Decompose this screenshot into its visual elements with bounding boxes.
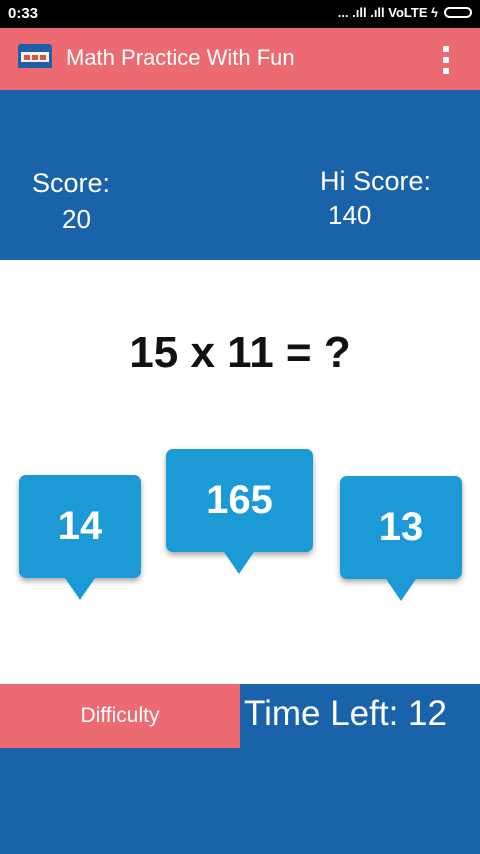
- math-question: 15 x 11 = ?: [129, 328, 351, 377]
- speech-bubble-tail: [65, 578, 95, 600]
- network-status-text: ... .ıll .ıll VoLTE ϟ: [337, 5, 438, 20]
- score-value: 20: [62, 204, 91, 234]
- hi-score-label: Hi Score:: [320, 166, 432, 196]
- score-label: Score:: [32, 168, 111, 198]
- answer-button-3[interactable]: 13: [340, 476, 462, 601]
- overflow-menu-icon[interactable]: [442, 46, 450, 74]
- speech-bubble-tail: [224, 552, 254, 574]
- status-indicators: ... .ıll .ıll VoLTE ϟ: [338, 5, 472, 20]
- time-left-display: Time Left: 12: [244, 694, 447, 733]
- answer-label: 14: [57, 504, 103, 548]
- app-logo-icon: [18, 44, 52, 74]
- status-time: 0:33: [8, 5, 39, 22]
- difficulty-button[interactable]: Difficulty: [0, 684, 240, 748]
- speech-bubble-tail: [386, 579, 416, 601]
- answer-label: 165: [206, 478, 273, 522]
- status-bar: 0:33 ... .ıll .ıll VoLTE ϟ: [0, 0, 480, 28]
- battery-icon: [444, 7, 472, 18]
- app-title: Math Practice With Fun: [66, 45, 295, 70]
- answer-label: 13: [378, 505, 424, 549]
- hi-score-value: 140: [328, 200, 372, 230]
- answer-button-1[interactable]: 14: [19, 475, 141, 600]
- app-bar: Math Practice With Fun: [0, 28, 480, 90]
- answer-button-2[interactable]: 165: [166, 449, 313, 574]
- score-panel: Score: 20 Hi Score: 140: [0, 90, 480, 260]
